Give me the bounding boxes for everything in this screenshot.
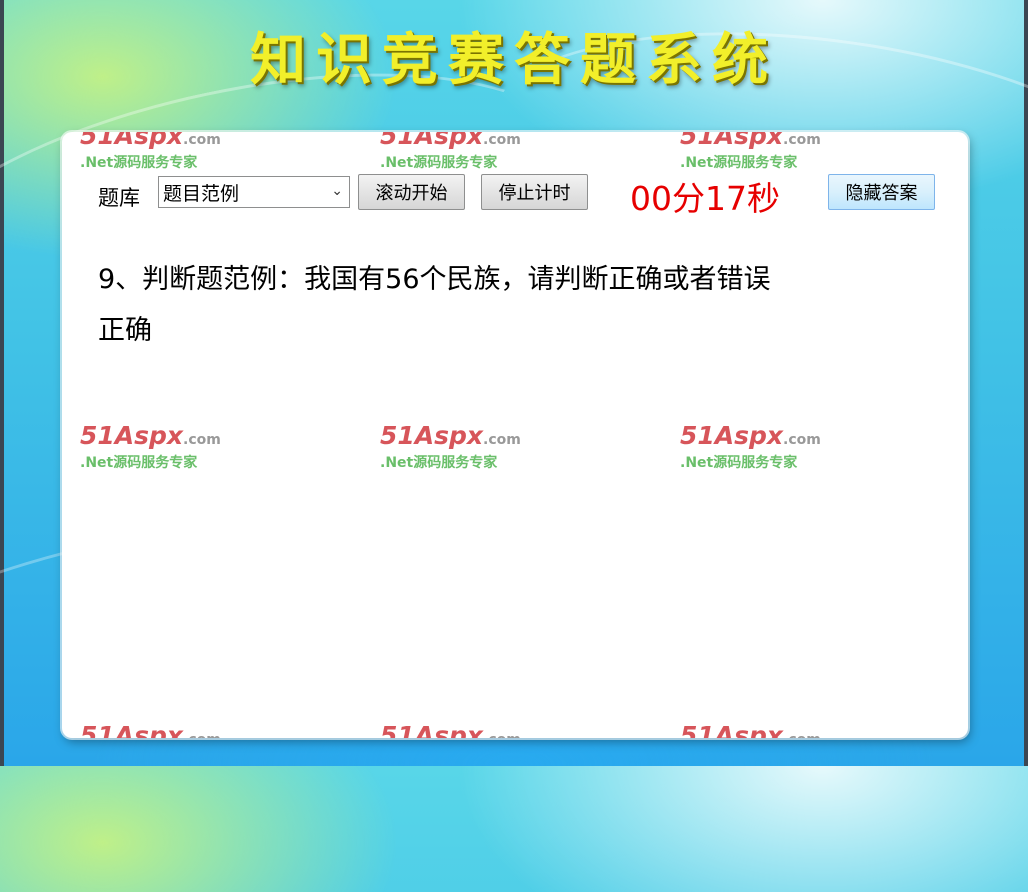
watermark: 51Aspx.com .Net源码服务专家 xyxy=(380,721,530,739)
watermark-brand: 51Aspx xyxy=(680,721,784,739)
question-text: 9、判断题范例：我国有56个民族，请判断正确或者错误 xyxy=(98,264,771,295)
watermark-domain: .com xyxy=(483,732,521,738)
watermark: 51Aspx.com .Net源码服务专家 xyxy=(80,422,230,482)
watermark-tagline: .Net源码服务专家 xyxy=(380,155,498,171)
watermark: 51Aspx.com .Net源码服务专家 xyxy=(680,721,830,739)
watermark: 51Aspx.com .Net源码服务专家 xyxy=(680,422,830,482)
countdown-timer: 00分17秒 xyxy=(630,179,780,218)
question-bank-select[interactable]: 题目范例 ⌄ xyxy=(158,176,350,208)
watermark-brand: 51Aspx xyxy=(680,421,784,450)
watermark-brand: 51Aspx xyxy=(380,421,484,450)
hide-answer-button[interactable]: 隐藏答案 xyxy=(828,174,935,210)
watermark-domain: .com xyxy=(183,432,221,448)
watermark-brand: 51Aspx xyxy=(680,132,784,150)
watermark-domain: .com xyxy=(183,132,221,148)
watermark-domain: .com xyxy=(783,132,821,148)
app-title: 知识竞赛答题系统 xyxy=(250,28,778,93)
watermark-tagline: .Net源码服务专家 xyxy=(380,455,498,471)
watermark-brand: 51Aspx xyxy=(80,421,184,450)
watermark-domain: .com xyxy=(783,732,821,738)
question-bank-selected: 题目范例 xyxy=(163,183,240,205)
stop-timer-button[interactable]: 停止计时 xyxy=(481,174,588,210)
quiz-panel: 51Aspx.com .Net源码服务专家 51Aspx.com .Net源码服… xyxy=(62,132,968,738)
watermark-tagline: .Net源码服务专家 xyxy=(80,155,198,171)
watermark: 51Aspx.com .Net源码服务专家 xyxy=(380,422,530,482)
toolbar: 题库 题目范例 ⌄ 滚动开始 停止计时 00分17秒 隐藏答案 xyxy=(98,172,958,218)
chevron-down-icon: ⌄ xyxy=(331,183,343,199)
watermark-brand: 51Aspx xyxy=(380,721,484,739)
watermark-tagline: .Net源码服务专家 xyxy=(680,455,798,471)
watermark-tagline: .Net源码服务专家 xyxy=(680,155,798,171)
watermark-brand: 51Aspx xyxy=(80,721,184,739)
question-bank-label: 题库 xyxy=(98,186,140,210)
watermark-brand: 51Aspx xyxy=(380,132,484,150)
start-scroll-button[interactable]: 滚动开始 xyxy=(358,174,465,210)
watermark-domain: .com xyxy=(783,432,821,448)
answer-text: 正确 xyxy=(98,315,152,346)
watermark: 51Aspx.com .Net源码服务专家 xyxy=(80,721,230,739)
watermark-domain: .com xyxy=(483,432,521,448)
watermark-brand: 51Aspx xyxy=(80,132,184,150)
watermark-domain: .com xyxy=(183,732,221,738)
watermark-domain: .com xyxy=(483,132,521,148)
watermark-tagline: .Net源码服务专家 xyxy=(80,455,198,471)
